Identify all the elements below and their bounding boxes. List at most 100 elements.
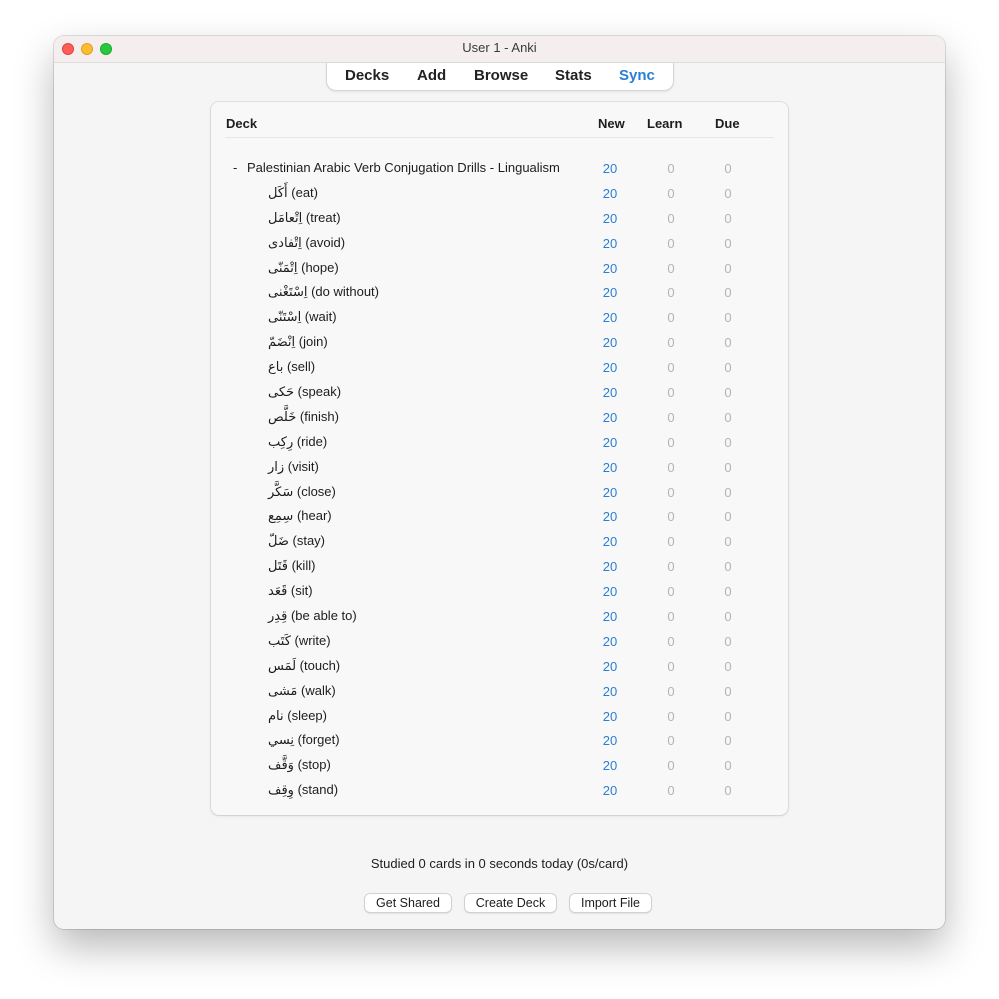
deck-list-panel: Deck New Learn Due - Palestinian Arabic … [211,102,788,815]
deck-row[interactable]: اِسْتَنّى (wait) 20 0 0 [211,306,788,331]
deck-name[interactable]: سِمِع (hear) [268,508,332,524]
deck-row[interactable]: لَمَس (touch) 20 0 0 [211,655,788,680]
deck-name[interactable]: أَكَل (eat) [268,185,318,201]
deck-learn-count: 0 [667,161,675,176]
deck-name[interactable]: لَمَس (touch) [268,658,340,674]
deck-row[interactable]: اِتْفادى (avoid) 20 0 0 [211,232,788,257]
anki-window: User 1 - Anki Decks Add Browse Stats Syn… [54,36,945,929]
deck-row[interactable]: اِتْعامَل (treat) 20 0 0 [211,207,788,232]
deck-due-count: 0 [724,584,732,600]
deck-learn-count: 0 [667,509,675,525]
deck-name[interactable]: Palestinian Arabic Verb Conjugation Dril… [247,160,560,175]
window-title: User 1 - Anki [462,40,537,55]
deck-due-count: 0 [724,484,732,500]
toolbar-stats-button[interactable]: Stats [555,67,592,84]
deck-new-count: 20 [602,285,618,301]
deck-name[interactable]: قَعَد (sit) [268,583,313,599]
create-deck-button[interactable]: Create Deck [464,893,557,913]
deck-row[interactable]: حَكى (speak) 20 0 0 [211,381,788,406]
deck-new-count: 20 [602,658,618,674]
deck-row[interactable]: ضَلّ (stay) 20 0 0 [211,530,788,555]
deck-row-parent[interactable]: - Palestinian Arabic Verb Conjugation Dr… [211,157,788,182]
deck-name[interactable]: نام (sleep) [268,708,327,724]
deck-due-count: 0 [724,733,732,749]
deck-learn-count: 0 [667,459,675,475]
deck-row[interactable]: قِدِر (be able to) 20 0 0 [211,605,788,630]
deck-due-count: 0 [724,633,732,649]
deck-name[interactable]: قَتَل (kill) [268,558,315,574]
deck-row[interactable]: اِنْضَمّ (join) 20 0 0 [211,331,788,356]
deck-learn-count: 0 [667,210,675,226]
deck-learn-count: 0 [667,633,675,649]
deck-row[interactable]: قَعَد (sit) 20 0 0 [211,580,788,605]
deck-due-count: 0 [724,783,732,799]
deck-name[interactable]: اِسْتَنّى (wait) [268,309,337,325]
deck-due-count: 0 [724,559,732,575]
deck-name[interactable]: اِنْضَمّ (join) [268,334,328,350]
deck-due-count: 0 [724,459,732,475]
deck-name[interactable]: وِقِف (stand) [268,782,338,798]
deck-name[interactable]: اِتْفادى (avoid) [268,235,345,251]
deck-row[interactable]: باع (sell) 20 0 0 [211,356,788,381]
deck-row[interactable]: اِتْمَنّى (hope) 20 0 0 [211,257,788,282]
deck-learn-count: 0 [667,285,675,301]
deck-row[interactable]: كَتَب (write) 20 0 0 [211,630,788,655]
deck-name[interactable]: وَقَّف (stop) [268,757,331,773]
deck-learn-count: 0 [667,758,675,774]
deck-row[interactable]: وِقِف (stand) 20 0 0 [211,779,788,804]
deck-row[interactable]: أَكَل (eat) 20 0 0 [211,182,788,207]
deck-name[interactable]: باع (sell) [268,359,315,375]
collapse-toggle[interactable]: - [233,160,237,175]
deck-new-count: 20 [602,708,618,724]
get-shared-button[interactable]: Get Shared [364,893,452,913]
deck-learn-count: 0 [667,335,675,351]
deck-learn-count: 0 [667,609,675,625]
deck-row[interactable]: زار (visit) 20 0 0 [211,456,788,481]
toolbar-sync-button[interactable]: Sync [619,67,655,84]
deck-row[interactable]: مَشى (walk) 20 0 0 [211,680,788,705]
deck-learn-count: 0 [667,584,675,600]
deck-new-count: 20 [602,758,618,774]
deck-name[interactable]: زار (visit) [268,459,319,475]
deck-row[interactable]: نام (sleep) 20 0 0 [211,705,788,730]
deck-new-count: 20 [602,335,618,351]
deck-name[interactable]: كَتَب (write) [268,633,331,649]
deck-name[interactable]: اِتْعامَل (treat) [268,210,341,226]
deck-due-count: 0 [724,509,732,525]
deck-name[interactable]: خَلَّص (finish) [268,409,339,425]
toolbar-browse-button[interactable]: Browse [474,67,528,84]
deck-new-count: 20 [602,310,618,326]
deck-row[interactable]: خَلَّص (finish) 20 0 0 [211,406,788,431]
deck-due-count: 0 [724,658,732,674]
deck-learn-count: 0 [667,310,675,326]
deck-due-count: 0 [724,360,732,376]
header-divider [225,137,774,138]
deck-row[interactable]: سَكَّر (close) 20 0 0 [211,481,788,506]
deck-name[interactable]: مَشى (walk) [268,683,336,699]
title-bar[interactable]: User 1 - Anki [54,36,945,63]
deck-row[interactable]: وَقَّف (stop) 20 0 0 [211,754,788,779]
main-toolbar: Decks Add Browse Stats Sync [326,63,674,91]
deck-name[interactable]: رِكِب (ride) [268,434,327,450]
deck-name[interactable]: قِدِر (be able to) [268,608,357,624]
deck-learn-count: 0 [667,235,675,251]
deck-row[interactable]: نِسي (forget) 20 0 0 [211,729,788,754]
deck-row[interactable]: قَتَل (kill) 20 0 0 [211,555,788,580]
import-file-button[interactable]: Import File [569,893,652,913]
deck-due-count: 0 [724,161,732,176]
toolbar-decks-button[interactable]: Decks [345,67,389,84]
deck-name[interactable]: ضَلّ (stay) [268,533,325,549]
deck-row[interactable]: رِكِب (ride) 20 0 0 [211,431,788,456]
deck-name[interactable]: حَكى (speak) [268,384,341,400]
toolbar-add-button[interactable]: Add [417,67,446,84]
deck-new-count: 20 [602,633,618,649]
deck-name[interactable]: اِتْمَنّى (hope) [268,260,339,276]
deck-new-count: 20 [602,235,618,251]
deck-due-count: 0 [724,335,732,351]
deck-row[interactable]: سِمِع (hear) 20 0 0 [211,505,788,530]
deck-name[interactable]: نِسي (forget) [268,732,340,748]
deck-row[interactable]: اِسْتَغْنى (do without) 20 0 0 [211,281,788,306]
deck-name[interactable]: سَكَّر (close) [268,484,336,500]
deck-name[interactable]: اِسْتَغْنى (do without) [268,284,379,300]
deck-new-count: 20 [602,584,618,600]
